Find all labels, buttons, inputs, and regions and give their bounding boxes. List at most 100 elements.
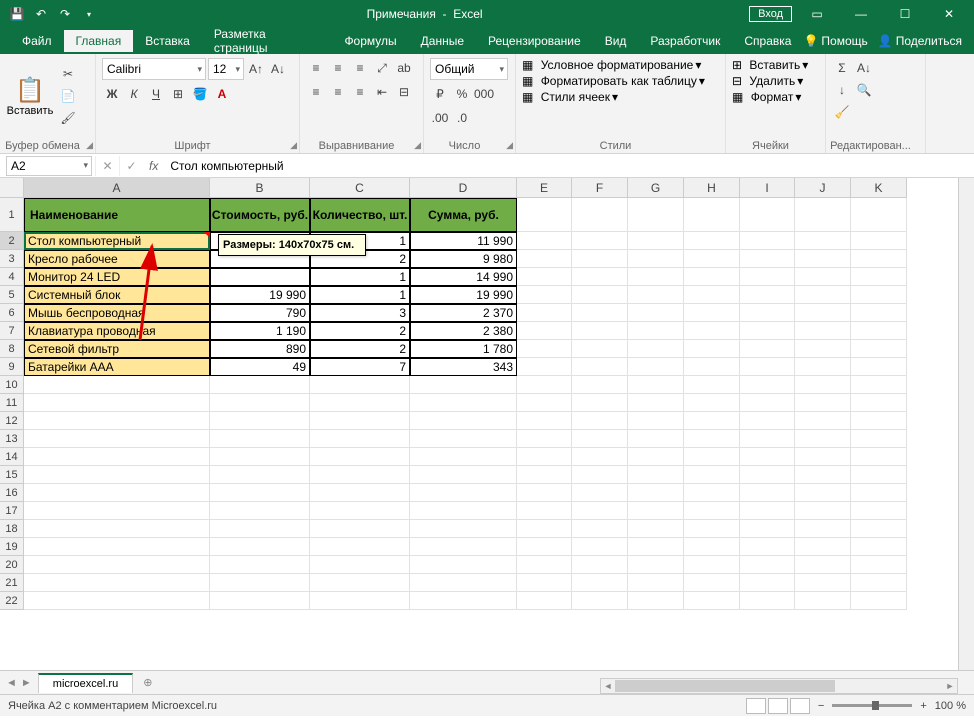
cell[interactable] [684,466,740,484]
cell[interactable] [740,448,795,466]
cell[interactable] [628,232,684,250]
cell[interactable] [572,340,628,358]
cell[interactable] [572,556,628,574]
cell[interactable] [628,412,684,430]
tab-review[interactable]: Рецензирование [476,30,593,52]
cell[interactable] [628,592,684,610]
cell[interactable] [572,502,628,520]
cell[interactable]: Стоимость, руб. [210,198,310,232]
column-header[interactable]: H [684,178,740,198]
cell[interactable]: Кресло рабочее [24,250,210,268]
cell[interactable] [740,538,795,556]
spreadsheet-grid[interactable]: ABCDEFGHIJK 1НаименованиеСтоимость, руб.… [0,178,974,670]
cell[interactable] [851,592,907,610]
cell[interactable] [740,304,795,322]
cell[interactable] [684,556,740,574]
row-header[interactable]: 19 [0,538,24,556]
cell[interactable]: Мышь беспроводная [24,304,210,322]
cell[interactable] [572,376,628,394]
cell[interactable] [572,198,628,232]
row-header[interactable]: 5 [0,286,24,304]
align-center-icon[interactable]: ≡ [328,82,348,102]
cell[interactable]: 2 380 [410,322,517,340]
merge-icon[interactable]: ⊟ [394,82,414,102]
paste-button[interactable]: 📋 Вставить [6,58,54,134]
cell[interactable] [684,574,740,592]
row-header[interactable]: 1 [0,198,24,232]
cell[interactable] [740,232,795,250]
cell[interactable] [310,574,410,592]
cell[interactable] [410,394,517,412]
cell[interactable] [851,484,907,502]
cell[interactable] [572,322,628,340]
cell[interactable] [851,232,907,250]
cell[interactable] [210,538,310,556]
cell[interactable] [851,394,907,412]
cell[interactable] [210,376,310,394]
cell[interactable] [684,412,740,430]
cell[interactable] [851,412,907,430]
cell[interactable] [628,268,684,286]
page-layout-view-icon[interactable] [768,698,788,714]
cell[interactable] [572,268,628,286]
insert-cells-button[interactable]: ⊞ Вставить ▾ [732,58,819,72]
tab-file[interactable]: Файл [10,30,64,52]
cell[interactable] [310,484,410,502]
cell[interactable] [851,358,907,376]
cell[interactable] [628,448,684,466]
cell[interactable]: Количество, шт. [310,198,410,232]
row-header[interactable]: 4 [0,268,24,286]
cell[interactable]: Системный блок [24,286,210,304]
sheet-nav-next-icon[interactable]: ► [21,677,32,689]
cell[interactable]: 2 [310,322,410,340]
cell[interactable]: Наименование [24,198,210,232]
cell[interactable] [740,286,795,304]
cell[interactable] [572,448,628,466]
cell[interactable] [851,556,907,574]
align-bottom-icon[interactable]: ≡ [350,58,370,78]
ribbon-display-icon[interactable]: ▭ [798,0,836,28]
cell[interactable] [795,430,851,448]
cell[interactable] [740,592,795,610]
save-icon[interactable]: 💾 [6,3,28,25]
cell[interactable] [572,304,628,322]
cell[interactable] [310,448,410,466]
cell[interactable]: 1 190 [210,322,310,340]
row-header[interactable]: 15 [0,466,24,484]
tab-view[interactable]: Вид [593,30,639,52]
cell[interactable] [740,358,795,376]
row-header[interactable]: 22 [0,592,24,610]
font-size-combo[interactable]: 12 [208,58,244,80]
cell[interactable] [24,412,210,430]
cell[interactable] [628,394,684,412]
cell[interactable] [740,502,795,520]
cell[interactable] [628,556,684,574]
cell[interactable] [24,376,210,394]
cell[interactable] [572,286,628,304]
cell[interactable] [684,250,740,268]
cell[interactable] [517,502,572,520]
cell[interactable] [24,538,210,556]
font-name-combo[interactable]: Calibri [102,58,206,80]
cell[interactable] [517,538,572,556]
vertical-scrollbar[interactable] [958,178,974,670]
cell[interactable] [517,358,572,376]
format-as-table-button[interactable]: ▦ Форматировать как таблицу ▾ [522,74,719,88]
sheet-tab[interactable]: microexcel.ru [38,673,133,693]
cell[interactable] [517,268,572,286]
cell[interactable]: Стол компьютерный [24,232,210,250]
fill-color-icon[interactable]: 🪣 [190,84,210,104]
cell[interactable] [517,286,572,304]
column-header[interactable]: E [517,178,572,198]
cell[interactable] [851,502,907,520]
cell[interactable] [517,340,572,358]
cell[interactable] [795,340,851,358]
cell[interactable]: 9 980 [410,250,517,268]
new-sheet-icon[interactable]: ⊕ [133,676,162,689]
cell[interactable] [684,430,740,448]
cell[interactable] [740,394,795,412]
cell[interactable] [210,466,310,484]
tab-help[interactable]: Справка [732,30,803,52]
cell[interactable]: 14 990 [410,268,517,286]
cell[interactable] [740,198,795,232]
